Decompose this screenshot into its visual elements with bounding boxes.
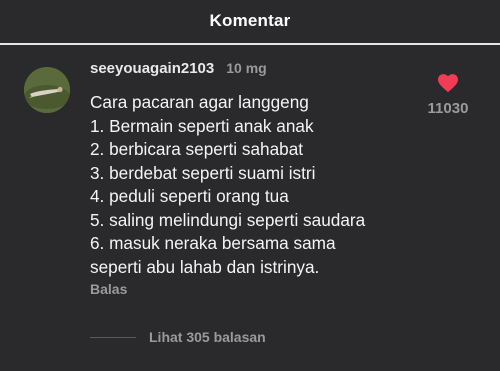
comment-meta: seeyouagain2103 10 mg	[90, 60, 410, 80]
comment-line: seperti abu lahab dan istrinya.	[90, 256, 320, 277]
heart-icon	[438, 74, 458, 93]
view-replies-button[interactable]: Lihat 305 balasan	[90, 329, 266, 345]
view-replies-label: Lihat 305 balasan	[149, 329, 266, 345]
replies-divider-line	[90, 336, 136, 338]
like-count: 11030	[427, 100, 469, 117]
like-button[interactable]: 11030	[420, 73, 476, 117]
comment-line: 4. peduli seperti orang tua	[90, 186, 289, 206]
user-avatar[interactable]	[24, 67, 70, 113]
comment-text: Cara pacaran agar langgeng 1. Bermain se…	[90, 91, 410, 279]
comments-header: Komentar	[0, 0, 500, 44]
comment-line: Cara pacaran agar langgeng	[90, 92, 309, 112]
comment-line: 1. Bermain seperti anak anak	[90, 115, 314, 136]
comment-line: 3. berdebat seperti suami istri	[90, 162, 316, 183]
avatar-photo-icon	[24, 67, 70, 113]
comment-username[interactable]: seeyouagain2103	[90, 60, 214, 77]
comment-line: 5. saling melindungi seperti saudara	[90, 209, 366, 230]
comment-timestamp: 10 mg	[226, 60, 267, 76]
reply-button[interactable]: Balas	[90, 281, 127, 297]
comment: seeyouagain2103 10 mg Cara pacaran agar …	[90, 60, 410, 279]
header-divider	[0, 43, 500, 45]
comment-line: 2. berbicara seperti sahabat	[90, 139, 304, 159]
comment-line: 6. masuk neraka bersama sama	[90, 233, 336, 253]
page-title: Komentar	[209, 11, 291, 30]
